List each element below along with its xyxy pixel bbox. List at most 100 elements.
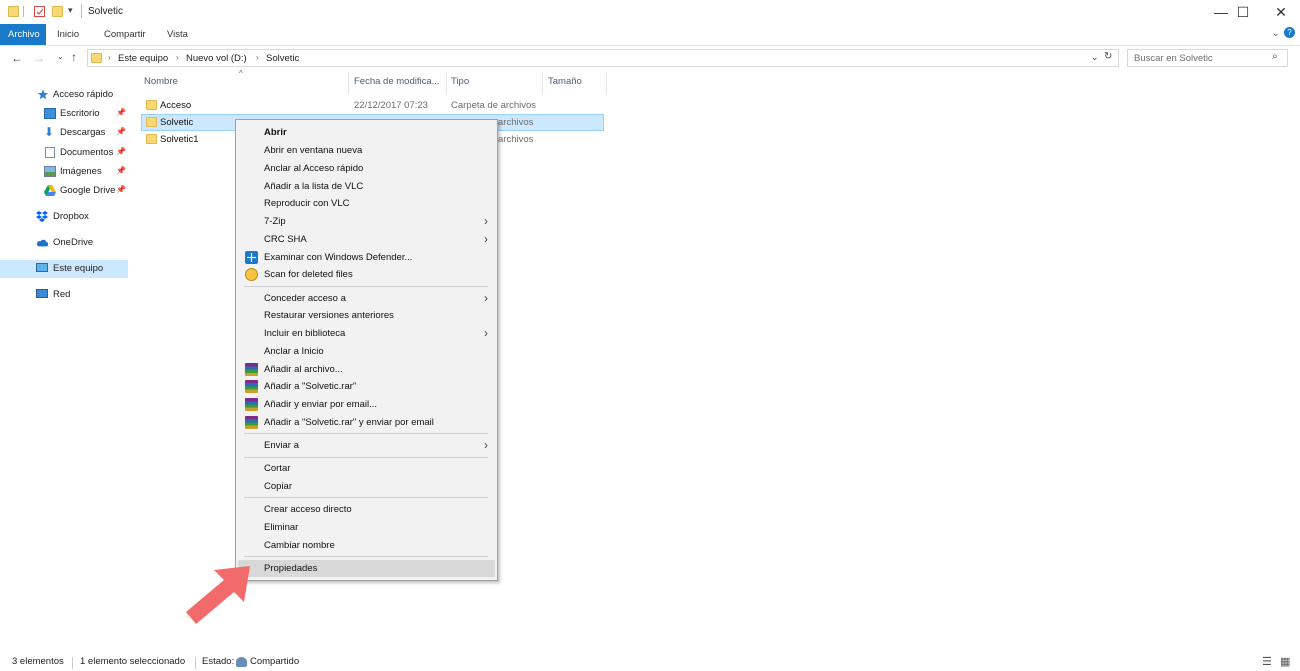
title-bar: ▾ Solvetic — ☐ ✕ <box>0 0 1300 24</box>
menu-item-reproducir-vlc[interactable]: Reproducir con VLC <box>238 195 495 212</box>
menu-item-anadir-rar-enviar-email[interactable]: Añadir a "Solvetic.rar" y enviar por ema… <box>238 414 495 431</box>
menu-item-7zip[interactable]: 7-Zip › <box>238 213 495 230</box>
chevron-right-icon[interactable]: › <box>176 53 179 62</box>
close-icon[interactable]: ✕ <box>1258 0 1300 24</box>
expand-ribbon-icon[interactable]: ⌄ <box>1272 28 1280 39</box>
tab-vista[interactable]: Vista <box>159 24 196 45</box>
up-arrow-icon[interactable]: ↑ <box>71 50 77 64</box>
windows-defender-icon <box>245 251 258 264</box>
menu-item-anclar-inicio[interactable]: Anclar a Inicio <box>238 343 495 360</box>
menu-item-eliminar[interactable]: Eliminar <box>238 519 495 536</box>
desktop-icon <box>44 108 56 119</box>
details-view-icon[interactable]: ☰ <box>1262 655 1272 668</box>
help-icon[interactable]: ? <box>1284 27 1295 38</box>
google-drive-icon <box>44 185 56 196</box>
column-header-tipo[interactable]: Tipo <box>451 76 469 87</box>
breadcrumb-este-equipo[interactable]: Este equipo <box>118 53 168 64</box>
search-input[interactable]: Buscar en Solvetic <box>1127 49 1288 67</box>
tiles-view-icon[interactable]: ▦ <box>1280 655 1290 668</box>
folder-icon <box>8 6 19 17</box>
divider[interactable] <box>606 72 607 94</box>
menu-item-scan-deleted[interactable]: Scan for deleted files <box>238 266 495 283</box>
forward-arrow-icon[interactable]: → <box>33 51 45 65</box>
chevron-right-icon[interactable]: › <box>256 53 259 62</box>
menu-item-cortar[interactable]: Cortar <box>238 460 495 477</box>
address-dropdown-icon[interactable]: ⌄ <box>1091 52 1099 63</box>
menu-separator <box>244 457 488 458</box>
menu-item-incluir-biblioteca[interactable]: Incluir en biblioteca › <box>238 325 495 342</box>
sidebar-item-documentos[interactable]: Documentos 📌 <box>0 144 128 162</box>
sidebar-item-dropbox[interactable]: Dropbox <box>0 208 128 226</box>
chevron-right-icon[interactable]: › <box>108 53 111 62</box>
folder-icon <box>91 53 102 63</box>
sidebar-item-escritorio[interactable]: Escritorio 📌 <box>0 105 128 123</box>
list-item[interactable]: Acceso 22/12/2017 07:23 Carpeta de archi… <box>141 97 604 114</box>
download-icon: ⬇ <box>44 125 55 139</box>
menu-item-copiar[interactable]: Copiar <box>238 478 495 495</box>
properties-icon[interactable] <box>34 6 45 17</box>
state-value: Compartido <box>250 656 300 667</box>
recent-locations-icon[interactable]: ⌄ <box>57 52 64 61</box>
menu-item-abrir-ventana-nueva[interactable]: Abrir en ventana nueva <box>238 142 495 159</box>
menu-item-crc-sha[interactable]: CRC SHA › <box>238 231 495 248</box>
status-bar: 3 elementos 1 elemento seleccionado Esta… <box>0 653 1300 671</box>
sidebar-item-este-equipo[interactable]: Este equipo <box>0 260 128 278</box>
back-arrow-icon[interactable]: ← <box>11 51 23 65</box>
menu-item-anadir-archivo[interactable]: Añadir al archivo... <box>238 361 495 378</box>
pin-icon[interactable]: 📌 <box>116 147 126 156</box>
menu-item-enviar-a[interactable]: Enviar a › <box>238 437 495 454</box>
menu-item-conceder-acceso[interactable]: Conceder acceso a › <box>238 290 495 307</box>
menu-item-cambiar-nombre[interactable]: Cambiar nombre <box>238 537 495 554</box>
menu-item-crear-acceso-directo[interactable]: Crear acceso directo <box>238 501 495 518</box>
sidebar-item-google-drive[interactable]: Google Drive 📌 <box>0 182 128 200</box>
folder-icon <box>146 134 157 144</box>
menu-item-propiedades[interactable]: Propiedades <box>238 560 495 577</box>
column-header-nombre[interactable]: Nombre <box>144 76 178 87</box>
onedrive-cloud-icon <box>36 239 48 247</box>
divider <box>81 4 82 18</box>
sidebar-item-onedrive[interactable]: OneDrive <box>0 234 128 252</box>
sort-ascending-icon: ^ <box>239 69 243 78</box>
menu-item-anadir-rar[interactable]: Añadir a "Solvetic.rar" <box>238 378 495 395</box>
chevron-right-icon: › <box>484 291 488 305</box>
column-header-fecha[interactable]: Fecha de modifica... <box>354 76 440 87</box>
sidebar-item-descargas[interactable]: ⬇ Descargas 📌 <box>0 124 128 142</box>
divider[interactable] <box>446 72 447 94</box>
menu-separator <box>244 556 488 557</box>
pin-icon[interactable]: 📌 <box>116 127 126 136</box>
divider <box>195 657 196 669</box>
address-bar[interactable]: › Este equipo › Nuevo vol (D:) › Solveti… <box>87 49 1119 67</box>
tab-archivo[interactable]: Archivo <box>0 24 46 45</box>
sidebar-item-imagenes[interactable]: Imágenes 📌 <box>0 163 128 181</box>
winrar-icon <box>245 363 258 376</box>
scan-icon <box>245 268 258 281</box>
search-icon[interactable]: ⌕ <box>1272 51 1278 62</box>
menu-item-anclar-acceso-rapido[interactable]: Anclar al Acceso rápido <box>238 160 495 177</box>
chevron-right-icon: › <box>484 214 488 228</box>
pointer-arrow-icon <box>186 566 250 624</box>
context-menu: Abrir Abrir en ventana nueva Anclar al A… <box>235 119 498 581</box>
refresh-icon[interactable]: ↻ <box>1104 51 1112 62</box>
menu-item-anadir-lista-vlc[interactable]: Añadir a la lista de VLC <box>238 178 495 195</box>
tab-compartir[interactable]: Compartir <box>96 24 154 45</box>
folder-icon <box>146 117 157 127</box>
column-header-tamano[interactable]: Tamaño <box>548 76 582 87</box>
menu-separator <box>244 497 488 498</box>
pin-icon[interactable]: 📌 <box>116 166 126 175</box>
divider[interactable] <box>542 72 543 94</box>
sidebar-item-acceso-rapido[interactable]: Acceso rápido <box>0 86 128 104</box>
sidebar-item-red[interactable]: Red <box>0 286 128 304</box>
breadcrumb-solvetic[interactable]: Solvetic <box>266 53 299 64</box>
menu-item-anadir-enviar-email[interactable]: Añadir y enviar por email... <box>238 396 495 413</box>
menu-item-abrir[interactable]: Abrir <box>238 124 495 141</box>
tab-inicio[interactable]: Inicio <box>49 24 87 45</box>
menu-item-windows-defender[interactable]: Examinar con Windows Defender... <box>238 249 495 266</box>
breadcrumb-nuevo-vol[interactable]: Nuevo vol (D:) <box>186 53 247 64</box>
pin-icon[interactable]: 📌 <box>116 108 126 117</box>
pin-icon[interactable]: 📌 <box>116 185 126 194</box>
customize-toolbar-icon[interactable]: ▾ <box>68 5 73 16</box>
menu-item-restaurar-versiones[interactable]: Restaurar versiones anteriores <box>238 307 495 324</box>
divider <box>72 657 73 669</box>
divider[interactable] <box>348 72 349 94</box>
new-folder-icon[interactable] <box>52 6 63 17</box>
